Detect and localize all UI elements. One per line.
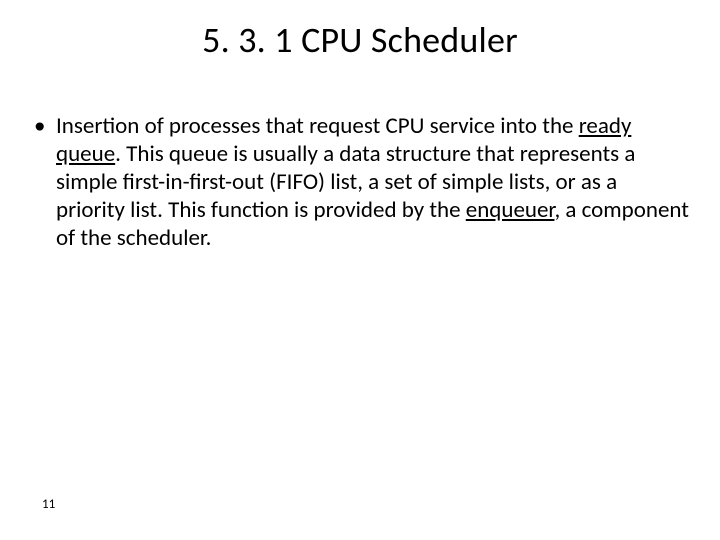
- page-number: 11: [42, 497, 55, 512]
- bullet-item: Insertion of processes that request CPU …: [30, 112, 690, 252]
- slide-body: Insertion of processes that request CPU …: [30, 112, 690, 252]
- slide-title: 5. 3. 1 CPU Scheduler: [0, 18, 720, 62]
- bullet-list: Insertion of processes that request CPU …: [30, 112, 690, 252]
- bullet-text-1: Insertion of processes that request CPU …: [56, 112, 579, 140]
- underline-enqueuer: enqueuer: [466, 196, 555, 224]
- slide: 5. 3. 1 CPU Scheduler Insertion of proce…: [0, 0, 720, 540]
